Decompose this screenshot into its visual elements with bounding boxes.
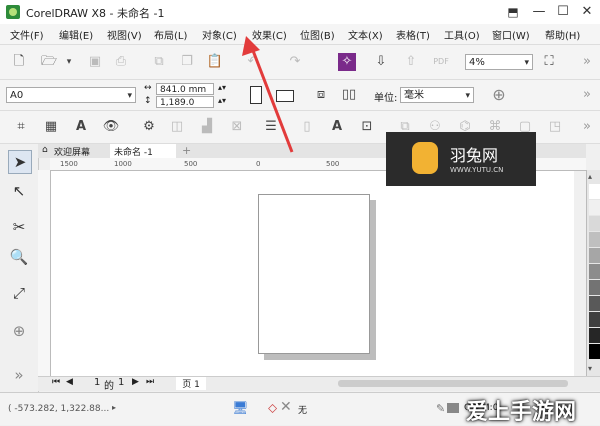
- watermark-logo-icon: [412, 142, 438, 174]
- annotation-arrow: [242, 36, 294, 153]
- watermark-badge: 羽兔网 WWW.YUTU.CN: [386, 132, 536, 186]
- watermark-brand: 羽兔网: [450, 146, 499, 165]
- corner-watermark: 爱上手游网: [466, 400, 577, 425]
- watermark-url: WWW.YUTU.CN: [450, 166, 504, 174]
